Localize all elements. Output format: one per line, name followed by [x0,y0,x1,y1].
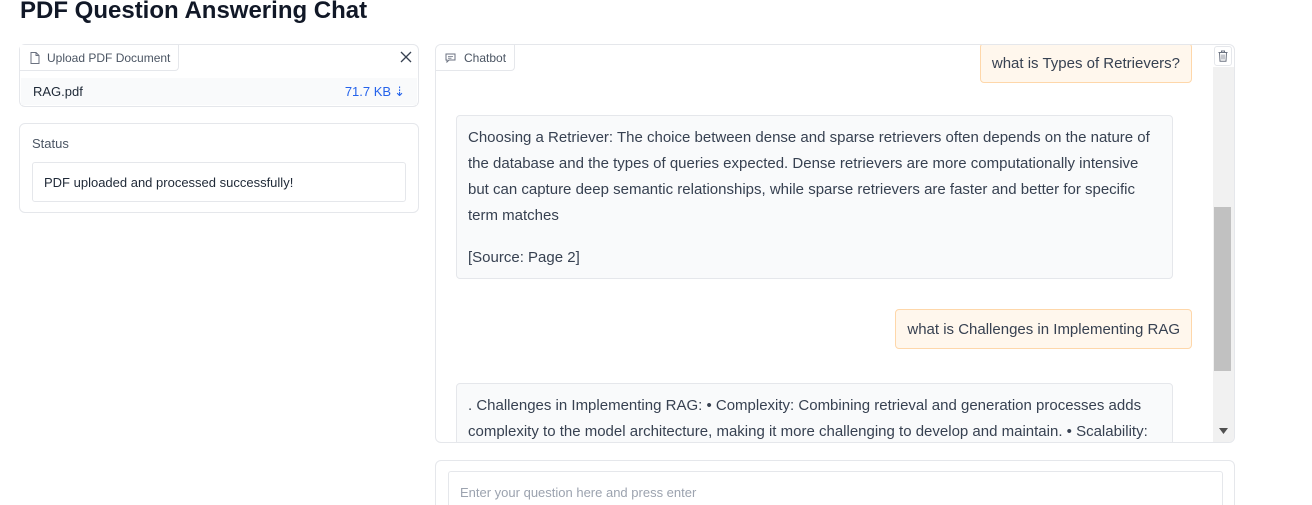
chat-scrollbar[interactable] [1213,67,1234,442]
uploaded-file-row: RAG.pdf 71.7 KB ⇣ [21,78,417,105]
bot-message: . Challenges in Implementing RAG: • Comp… [456,383,1173,442]
user-message: what is Challenges in Implementing RAG [895,309,1192,349]
status-textbox[interactable]: PDF uploaded and processed successfully! [32,162,406,202]
chevron-down-icon [1218,428,1228,434]
bot-message-text: Choosing a Retriever: The choice between… [468,129,1150,224]
download-icon: ⇣ [394,83,405,99]
user-message: what is Types of Retrievers? [979,45,1192,83]
clear-chat-button[interactable] [1214,46,1232,66]
clear-upload-button[interactable] [395,46,417,68]
scrollbar-thumb[interactable] [1214,207,1231,371]
question-panel [435,460,1235,505]
bot-message-text: . Challenges in Implementing RAG: • Comp… [468,397,1148,440]
chat-bubble-icon [445,53,456,63]
scroll-down-button[interactable] [1216,426,1230,436]
upload-label-text: Upload PDF Document [47,50,171,65]
question-input[interactable] [448,471,1223,505]
file-size: 71.7 KB [344,84,392,99]
upload-label: Upload PDF Document [20,45,180,71]
chatbot-label: Chatbot [436,45,516,71]
pdf-upload-panel: Upload PDF Document RAG.pdf 71.7 KB ⇣ [19,44,419,107]
status-value: PDF uploaded and processed successfully! [44,174,294,190]
trash-icon [1218,50,1228,62]
chatbot-label-text: Chatbot [464,50,507,65]
close-icon [400,51,412,63]
status-panel: Status PDF uploaded and processed succes… [19,123,419,213]
file-icon [30,51,40,64]
chatbot-panel: what is Types of Retrievers? Choosing a … [435,44,1235,443]
bot-message-source: [Source: Page 2] [468,249,580,266]
page-title: PDF Question Answering Chat [20,0,368,24]
status-label: Status [32,136,69,151]
bot-message: Choosing a Retriever: The choice between… [456,115,1173,279]
chat-messages[interactable]: what is Types of Retrievers? Choosing a … [436,45,1213,442]
file-name: RAG.pdf [33,84,83,99]
file-download-link[interactable]: 71.7 KB ⇣ [345,84,405,100]
